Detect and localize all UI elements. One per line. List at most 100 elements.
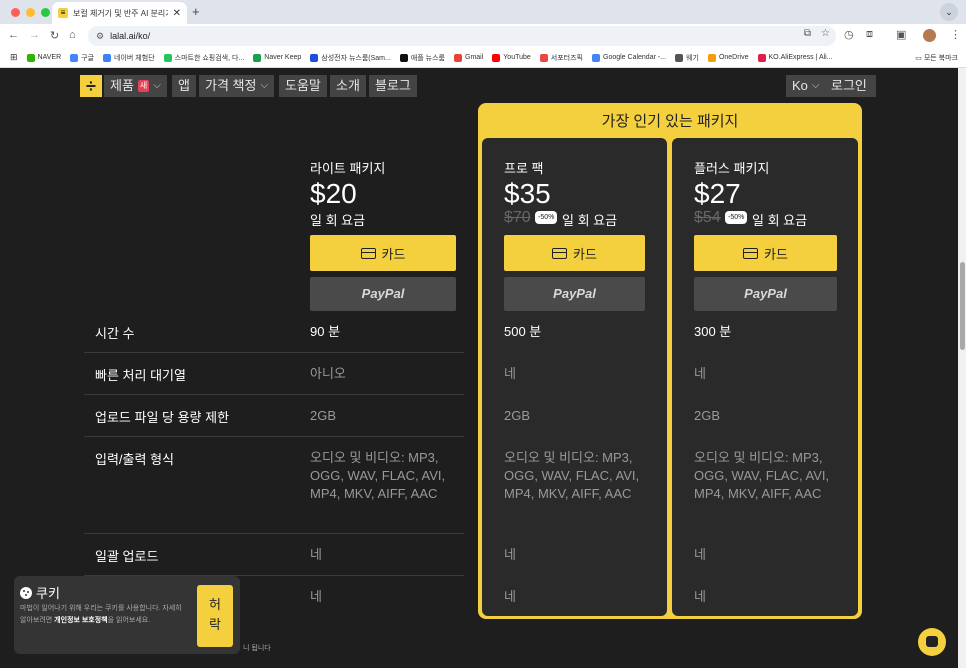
- new-tab-icon[interactable]: +: [192, 4, 200, 19]
- bookmark-item[interactable]: 스마트한 쇼핑검색, 다...: [163, 53, 244, 63]
- bookmark-item[interactable]: 삼성전자 뉴스룸(Sam...: [310, 53, 391, 63]
- reload-icon[interactable]: ↻: [50, 29, 59, 42]
- cookie-accept-button[interactable]: 허락: [197, 585, 233, 647]
- nav-help-label: 도움말: [285, 78, 321, 93]
- plan-name: 프로 팩: [504, 161, 544, 176]
- nav-help[interactable]: 도움말: [279, 75, 327, 97]
- close-window-button[interactable]: [11, 8, 20, 17]
- bookmark-item[interactable]: Naver Keep: [253, 53, 302, 62]
- paypal-button[interactable]: PayPal: [694, 277, 837, 311]
- plan-feature-value: 네: [504, 366, 516, 381]
- row-label-formats: 입력/출력 형식: [95, 452, 174, 467]
- all-bookmarks[interactable]: ▭ 모든 북마크: [915, 53, 958, 63]
- row-divider: [84, 394, 464, 395]
- card-label: 카드: [381, 246, 406, 262]
- tab-close-icon[interactable]: ✕: [173, 8, 181, 19]
- forward-icon[interactable]: →: [29, 29, 40, 41]
- bookmark-favicon-icon: [399, 53, 408, 62]
- popular-package-label: 가장 인기 있는 패키지: [601, 113, 739, 130]
- apps-grid-icon[interactable]: ⊞: [10, 52, 18, 63]
- bookmark-item[interactable]: YouTube: [492, 53, 531, 62]
- discount-badge: -50%: [725, 211, 748, 224]
- paypal-button[interactable]: PayPal: [310, 277, 456, 311]
- nav-products[interactable]: 제품 새 ⌵: [104, 75, 167, 97]
- nav-about[interactable]: 소개: [330, 75, 366, 97]
- browser-toolbar: ← → ↻ ⌂ ⚙ lalal.ai/ko/ ⧉ ☆ ◷ ⧈ ▣ ⋮: [0, 24, 966, 48]
- bookmark-item[interactable]: 서포터즈픽: [539, 53, 583, 63]
- lalal-logo[interactable]: ÷: [80, 75, 102, 97]
- back-icon[interactable]: ←: [8, 29, 19, 41]
- plan-feature-value: 네: [310, 589, 322, 604]
- cookie-text-after: 을 읽어보세요.: [107, 617, 151, 624]
- row-divider: [84, 533, 464, 534]
- login-label: 로그인: [831, 78, 867, 93]
- maximize-window-button[interactable]: [41, 8, 50, 17]
- row-label-batch-upload: 일괄 업로드: [95, 549, 159, 564]
- language-select[interactable]: Ko ⌵: [786, 75, 826, 97]
- extensions-icon[interactable]: ⧈: [866, 28, 873, 41]
- login-button[interactable]: 로그인: [822, 75, 876, 97]
- privacy-policy-link[interactable]: 개인정보 보호정책: [54, 617, 107, 624]
- scrollbar-thumb[interactable]: [960, 262, 965, 350]
- bookmark-label: NAVER: [37, 54, 62, 61]
- bookmark-item[interactable]: 애플 뉴스룸: [399, 53, 445, 63]
- bookmark-label: OneDrive: [718, 54, 749, 61]
- plan-feature-value: 90 분: [310, 324, 341, 339]
- scrollbar-track[interactable]: [958, 68, 966, 668]
- minimize-window-button[interactable]: [26, 8, 35, 17]
- bookmark-label: 서포터즈픽: [550, 54, 583, 62]
- plan-feature-value: 300 분: [694, 324, 732, 339]
- new-badge: 새: [137, 80, 150, 92]
- history-icon[interactable]: ◷: [844, 28, 854, 41]
- row-label-hours: 시간 수: [95, 326, 135, 341]
- bookmark-label: 네이버 체험단: [114, 54, 155, 62]
- card-pay-button[interactable]: 카드: [310, 235, 456, 271]
- bookmark-item[interactable]: 구글: [70, 53, 94, 63]
- bookmark-favicon-icon: [253, 53, 262, 62]
- bookmark-label: 웨기: [686, 54, 699, 62]
- paypal-button[interactable]: PayPal: [504, 277, 645, 311]
- bookmark-favicon-icon: [707, 53, 716, 62]
- nav-blog[interactable]: 블로그: [369, 75, 417, 97]
- nav-app[interactable]: 앱: [172, 75, 196, 97]
- bookmark-star-icon[interactable]: ☆: [821, 28, 830, 39]
- plan-price: $35: [504, 178, 551, 209]
- chat-support-icon[interactable]: [918, 628, 946, 656]
- home-icon[interactable]: ⌂: [69, 29, 76, 41]
- chevron-down-icon: ⌵: [153, 80, 161, 91]
- plan-price: $27: [694, 178, 741, 209]
- discount-badge: -50%: [535, 211, 558, 224]
- plan-feature-value: 500 분: [504, 324, 542, 339]
- screenshot-icon[interactable]: ▣: [896, 28, 906, 41]
- plan-feature-value: 아니오: [310, 366, 346, 381]
- bookmark-item[interactable]: Gmail: [454, 53, 483, 62]
- nav-about-label: 소개: [336, 78, 360, 93]
- nav-pricing-label: 가격 책정: [205, 78, 257, 93]
- bookmark-favicon-icon: [454, 53, 462, 62]
- tab-search-icon[interactable]: ⌄: [940, 3, 958, 21]
- bookmark-label: Naver Keep: [264, 54, 302, 61]
- bookmark-favicon-icon: [103, 53, 112, 62]
- plan-billing: 일 회 요금: [310, 213, 366, 228]
- card-pay-button[interactable]: 카드: [504, 235, 645, 271]
- browser-tab[interactable]: ≡ 보컬 제거기 및 반주 AI 분리기 | L/ ✕: [52, 2, 187, 24]
- bookmark-item[interactable]: Google Calendar -...: [592, 53, 666, 62]
- bookmark-item[interactable]: OneDrive: [707, 53, 749, 62]
- plan-original-price: $54: [694, 209, 721, 226]
- address-bar[interactable]: ⚙ lalal.ai/ko/ ⧉ ☆: [88, 26, 836, 46]
- site-info-icon[interactable]: ⚙: [96, 31, 104, 42]
- bookmark-item[interactable]: 웨기: [675, 53, 699, 63]
- url-text: lalal.ai/ko/: [110, 31, 151, 41]
- menu-icon[interactable]: ⋮: [950, 28, 961, 41]
- nav-pricing[interactable]: 가격 책정 ⌵: [199, 75, 275, 97]
- bookmark-favicon-icon: [492, 53, 501, 62]
- nav-blog-label: 블로그: [375, 78, 411, 93]
- install-icon[interactable]: ⧉: [804, 28, 811, 39]
- profile-avatar[interactable]: [923, 29, 936, 42]
- card-pay-button[interactable]: 카드: [694, 235, 837, 271]
- bookmark-favicon-icon: [70, 53, 79, 62]
- bookmark-item[interactable]: NAVER: [26, 53, 62, 62]
- bookmark-item[interactable]: KO.AliExpress | Ali...: [757, 53, 833, 62]
- plan-original-price: $70: [504, 209, 531, 226]
- bookmark-item[interactable]: 네이버 체험단: [103, 53, 155, 63]
